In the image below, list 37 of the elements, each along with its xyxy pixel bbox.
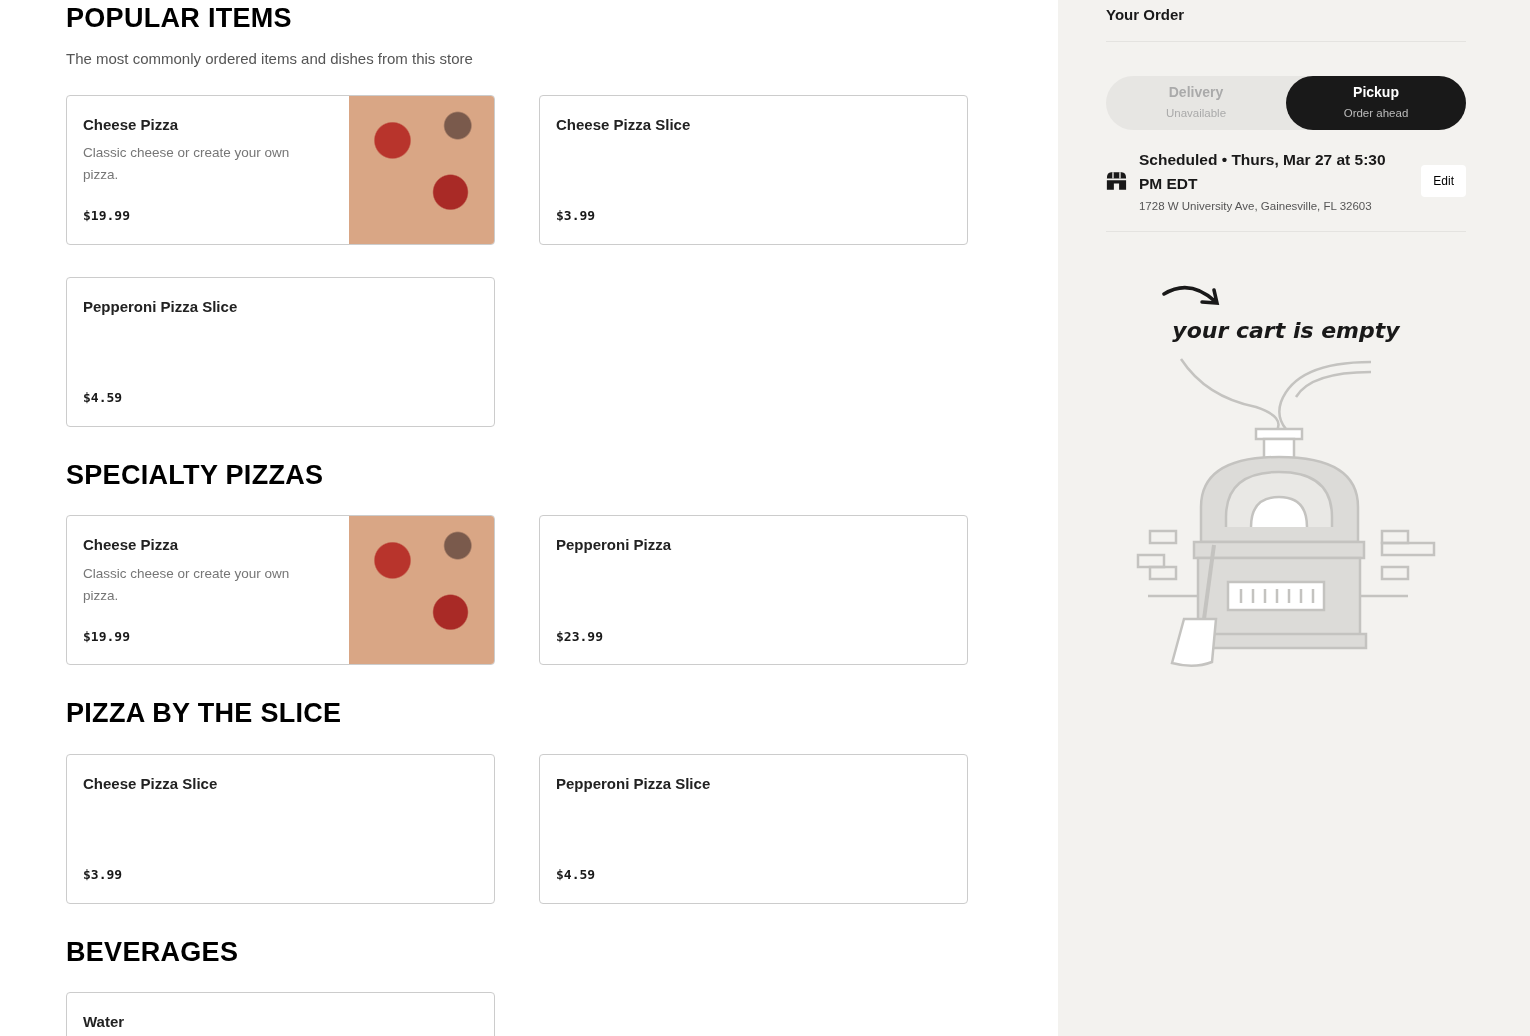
item-description: Classic cheese or create your own pizza. <box>83 144 291 185</box>
schedule-text: Scheduled • Thurs, Mar 27 at 5:30 PM EDT <box>1138 149 1387 194</box>
item-price: $4.59 <box>556 866 597 885</box>
store-icon <box>1106 170 1127 193</box>
section-heading: POPULAR ITEMS <box>66 2 293 35</box>
menu-item-card[interactable]: Cheese Pizza Classic cheese or create your own pizza. $19.99 <box>66 94 495 245</box>
item-name: Cheese Pizza Slice <box>83 773 219 794</box>
empty-cart-message: your cart is empty <box>1172 316 1400 345</box>
edit-button[interactable]: Edit <box>1421 165 1466 198</box>
menu-item-card[interactable]: Cheese Pizza Classic cheese or create your own pizza. $19.99 <box>66 515 495 666</box>
section-subtitle: The most commonly ordered items and dishes from this store <box>66 49 474 70</box>
section-heading: PIZZA BY THE SLICE <box>66 697 343 730</box>
item-name: Pepperoni Pizza Slice <box>83 296 239 317</box>
item-name: Cheese Pizza <box>83 114 180 135</box>
item-price: $3.99 <box>556 207 597 226</box>
item-name: Water <box>83 1012 126 1033</box>
item-price: $19.99 <box>83 207 131 226</box>
mode-tab[interactable]: Pickup Order ahead <box>1286 75 1466 130</box>
menu-item-card[interactable]: Cheese Pizza Slice $3.99 <box>66 753 495 904</box>
menu-item-card[interactable]: Pepperoni Pizza Slice $4.59 <box>66 276 495 427</box>
menu-item-card[interactable]: Pepperoni Pizza Slice $4.59 <box>539 753 968 904</box>
order-title: Your Order <box>1106 0 1466 42</box>
section-heading: BEVERAGES <box>66 935 240 969</box>
item-description: Classic cheese or create your own pizza. <box>83 564 291 605</box>
item-price: $4.59 <box>83 389 124 408</box>
item-name: Cheese Pizza Slice <box>556 114 692 135</box>
item-price: $23.99 <box>556 627 604 646</box>
pickup-address: 1728 W University Ave, Gainesville, FL 32603 <box>1138 198 1373 214</box>
item-price: $19.99 <box>83 627 131 646</box>
menu-item-card[interactable]: Cheese Pizza Slice $3.99 <box>539 94 968 245</box>
menu-item-card[interactable]: Pepperoni Pizza $23.99 <box>539 515 968 666</box>
item-name: Pepperoni Pizza Slice <box>556 773 712 794</box>
item-name: Cheese Pizza <box>83 535 180 556</box>
item-price: $3.99 <box>83 866 124 885</box>
item-name: Pepperoni Pizza <box>556 535 673 556</box>
menu-item-card[interactable]: Water <box>66 992 495 1036</box>
section-heading: SPECIALTY PIZZAS <box>66 458 325 492</box>
